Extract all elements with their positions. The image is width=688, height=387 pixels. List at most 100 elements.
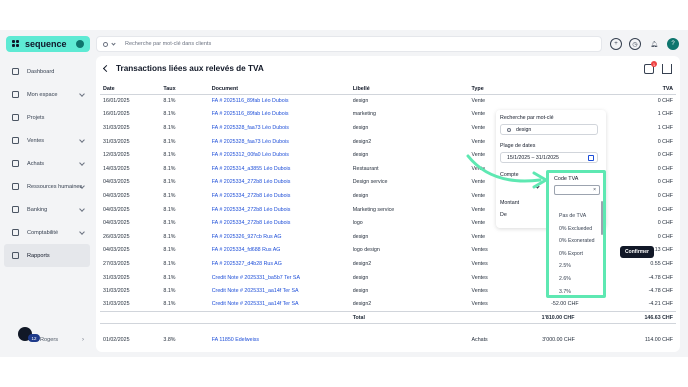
download-icon[interactable] [662,64,672,74]
column-header[interactable]: TVA [528,84,676,95]
tva-value: -4.78 CHF [648,288,673,295]
global-search-bar[interactable]: Recherche par mot-clé dans clients [96,36,602,52]
table-cell: 8.1% [163,247,176,254]
document-link[interactable]: FA # 2025334_272b8 Léo Dubois [209,189,350,203]
table-cell: 04/03/2025 [103,179,130,186]
document-link[interactable]: FA # 2025334_272b8 Léo Dubois [209,203,350,217]
vat-code-option[interactable]: 2.5% [559,263,571,269]
help-icon[interactable]: ? [667,38,679,50]
annotation-arrow [466,154,548,189]
table-cell: 04/03/2025 [103,206,130,213]
table-cell: 8.1% [163,111,176,118]
sidebar-item[interactable]: Achats [4,152,90,175]
sidebar-item[interactable]: Dashboard [4,60,90,83]
table-cell: Restaurant [352,165,379,172]
table-cell: Ventes [471,274,488,281]
document-link[interactable]: FA 11850 Edelweiss [209,334,350,348]
vat-code-dropdown[interactable]: Code TVA × Pas de TVA 0% Exclueded 0% Exon… [546,170,606,298]
chevron-right-icon[interactable]: › [82,337,84,343]
table-cell: 31/03/2025 [103,288,130,295]
bell-icon[interactable]: 🔔︎ [648,38,660,50]
brand-name: sequence [25,39,67,49]
clear-icon[interactable]: × [593,187,596,193]
user-name[interactable]: Rogers [40,337,58,343]
back-arrow-icon[interactable] [102,64,111,73]
sidebar-item[interactable]: Ventes [4,129,90,152]
document-link[interactable]: Credit Note # 2025331_aa14f Ter SA [209,284,350,298]
vat-code-option[interactable]: Pas de TVA [559,213,586,219]
sidebar-item[interactable]: Projets [4,106,90,129]
sidebar-item[interactable]: Ressources humaines [4,175,90,198]
document-link[interactable]: Credit Note # 2025331_ba5b7 Ter SA [209,271,350,285]
people-icon [12,183,19,190]
table-row[interactable]: 31/03/2025 8.1% Credit Note # 2025331_aa14… [100,298,676,312]
amount-label: Montant [500,200,520,206]
vat-code-option[interactable]: 0% Export [559,251,583,257]
chevron-down-icon[interactable] [79,206,85,212]
calendar-icon[interactable] [588,155,594,161]
document-link[interactable]: FA # 2025334_272b8 Léo Dubois [209,216,350,230]
sidebar-item-label: Mon espace [27,91,58,98]
table-cell: 8.1% [163,274,176,281]
vat-code-option[interactable]: 2.6% [559,276,571,282]
sidebar-item[interactable]: Banking [4,198,90,221]
filter-icon[interactable]: 1 [644,61,657,74]
dropdown-scrollbar[interactable] [601,201,603,235]
table-cell: 14/03/2025 [103,165,130,172]
brand-logo[interactable]: sequence [6,36,90,52]
document-link[interactable]: FA # 2025326_927cb Rus AG [209,230,350,244]
column-header[interactable]: Libellé [349,84,469,95]
table-cell: Vente [471,233,486,240]
bank-icon [12,206,19,213]
vat-code-option[interactable]: 3.7% [559,289,571,295]
table-cell: 8.1% [163,301,176,308]
document-link[interactable]: FA # 2025328_faa73 Léo Dubois [209,135,350,149]
table-cell: 8.1% [163,165,176,172]
chevron-down-icon[interactable] [79,137,85,143]
document-link[interactable]: FA # 2025314_a3855 Léo Dubois [209,162,350,176]
logo-icon [12,40,20,48]
document-link[interactable]: FA # 2025334_272b8 Léo Dubois [209,176,350,190]
sidebar-nav: Dashboard Mon espace Projets Ventes Achats Re… [4,60,90,267]
table-cell: design [352,288,369,295]
document-link[interactable]: Credit Note # 2025331_aa14f Ter SA [209,298,350,312]
table-cell: 04/03/2025 [103,247,130,254]
document-link[interactable]: FA # 2025116_89fab Léo Dubois [209,108,350,122]
table-cell: Achats [471,337,488,344]
search-input[interactable]: Recherche par mot-clé dans clients [125,41,211,47]
sidebar-item[interactable]: Comptabilité [4,221,90,244]
keyword-input[interactable]: design [500,124,598,135]
table-cell: 0 CHF [657,98,673,105]
page-title: Transactions liées aux relevés de TVA [116,64,264,73]
column-header[interactable]: Type [468,84,529,95]
table-cell: design [352,124,369,131]
column-header[interactable]: Taux [160,84,209,95]
sidebar-item-label: Rapports [27,252,50,259]
table-cell: 8.1% [163,152,176,159]
clock-icon[interactable]: ◷ [629,38,641,50]
table-cell: 8.1% [163,288,176,295]
document-link[interactable]: FA # 2025327_d4b28 Rus AG [209,257,350,271]
sidebar-item[interactable]: Rapports [4,244,90,267]
chevron-down-icon[interactable] [111,40,116,46]
document-link[interactable]: FA # 2025334_fd688 Rus AG [209,244,350,258]
chevron-down-icon[interactable] [79,160,85,166]
sidebar-item[interactable]: Mon espace [4,83,90,106]
document-link[interactable]: FA # 2025328_faa73 Léo Dubois [209,121,350,135]
chevron-down-icon[interactable] [79,229,85,235]
table-row[interactable]: 16/01/2025 8.1% FA # 2025116_89fab Léo Dub… [100,94,676,108]
vat-code-option[interactable]: 0% Exclueded [559,226,592,232]
cart-icon [12,137,19,144]
vat-code-option[interactable]: 0% Exonerated [559,238,594,244]
document-link[interactable]: FA # 2025116_89fab Léo Dubois [209,94,350,108]
confirm-button[interactable]: Confirmer [620,246,654,258]
column-header[interactable]: Document [208,84,350,95]
column-header[interactable]: Date [100,84,161,95]
vat-code-search-input[interactable]: × [554,185,600,195]
search-icon [507,127,511,132]
add-icon[interactable]: + [610,38,622,50]
chevron-down-icon[interactable] [79,91,85,97]
table-row[interactable]: 01/02/2025 3.8% FA 11850 Edelweiss Achats 3'… [100,334,676,348]
user-icon [12,91,19,98]
document-link[interactable]: FA # 2025312_00fa0 Léo Dubois [209,148,350,162]
